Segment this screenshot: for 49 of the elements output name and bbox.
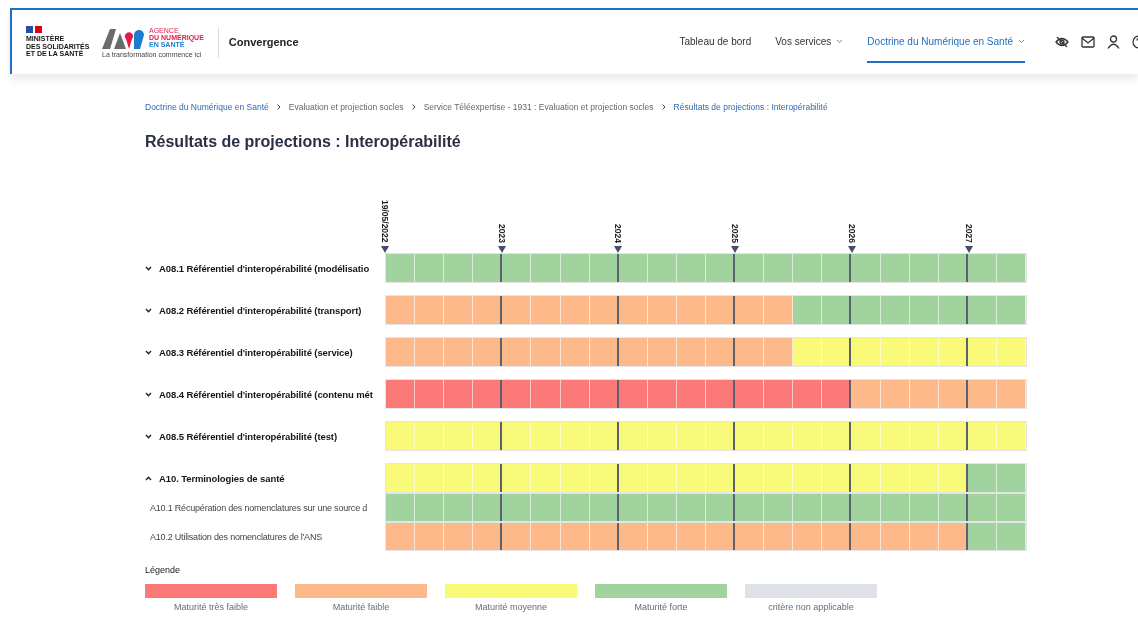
breadcrumb-link[interactable]: Résultats de projections : Interopérabilité: [673, 102, 828, 112]
flag-icon: [26, 25, 42, 33]
timeline-label: 2023: [496, 224, 507, 243]
legend-label: Maturité moyenne: [474, 602, 547, 612]
criterion-label: A08.5 Référentiel d'interopérabilité (test): [159, 430, 337, 442]
marker-icon: [964, 246, 973, 253]
chevron-icon[interactable]: [145, 349, 152, 355]
chevron-icon: [661, 104, 666, 110]
legend-label: Maturité très faible: [174, 602, 248, 612]
nav-link[interactable]: Doctrine du Numérique en Santé: [867, 21, 1025, 63]
chevron-icon[interactable]: [145, 391, 152, 397]
chevron-icon[interactable]: [145, 307, 152, 313]
timeline-label: 2026: [846, 224, 857, 243]
chevron-icon[interactable]: [145, 475, 152, 481]
breadcrumb-link[interactable]: Evaluation et projection socles: [288, 102, 404, 112]
criterion-label: A08.2 Référentiel d'interopérabilité (transport): [159, 304, 362, 316]
marker-icon: [497, 246, 506, 253]
criterion-label: A08.3 Référentiel d'interopérabilité (service): [159, 346, 353, 358]
marker-icon: [381, 246, 389, 253]
chevron-icon[interactable]: [145, 265, 152, 271]
chevron-icon: [411, 104, 416, 110]
marker-icon: [614, 246, 623, 253]
sub-criterion-label: A10.2 Utilisation des nomenclatures de l'ANS: [150, 531, 322, 542]
legend-label: critère non applicable: [768, 602, 854, 612]
criterion-label: A08.4 Référentiel d'interopérabilité (contenu mét: [159, 388, 373, 400]
eye-slash-icon[interactable]: [1055, 35, 1069, 49]
breadcrumb-link[interactable]: Doctrine du Numérique en Santé: [145, 102, 269, 112]
marker-icon: [847, 246, 856, 253]
criterion-label: A10. Terminologies de santé: [159, 472, 285, 484]
nav-link[interactable]: Vos services: [775, 21, 844, 63]
nav-link[interactable]: Tableau de bord: [679, 21, 752, 63]
breadcrumb-link[interactable]: Service Téléexpertise - 1931 : Evaluation et projection socles: [423, 102, 654, 112]
page-title: Résultats de projections : Interopérabilité: [145, 133, 462, 151]
legend-title: Légende: [145, 565, 182, 575]
timeline-label: 2027: [963, 224, 974, 243]
timeline-label: 2024: [613, 224, 624, 243]
app-name: Convergence: [228, 36, 299, 48]
legend-label: Maturité forte: [634, 602, 688, 612]
timeline-label: 2025: [730, 224, 741, 243]
chevron-icon: [276, 104, 281, 110]
chevron-icon[interactable]: [145, 433, 152, 439]
user-icon[interactable]: [1107, 35, 1120, 49]
mail-icon[interactable]: [1081, 36, 1095, 48]
legend-label: Maturité faible: [332, 602, 390, 612]
timeline-label: 19/05/2022: [380, 200, 390, 243]
agency-logo-icon: [102, 26, 146, 49]
criterion-label: A08.1 Référentiel d'interopérabilité (modélisatio: [159, 262, 370, 274]
marker-icon: [731, 246, 740, 253]
sub-criterion-label: A10.1 Récupération des nomenclatures sur une source d: [150, 502, 368, 513]
